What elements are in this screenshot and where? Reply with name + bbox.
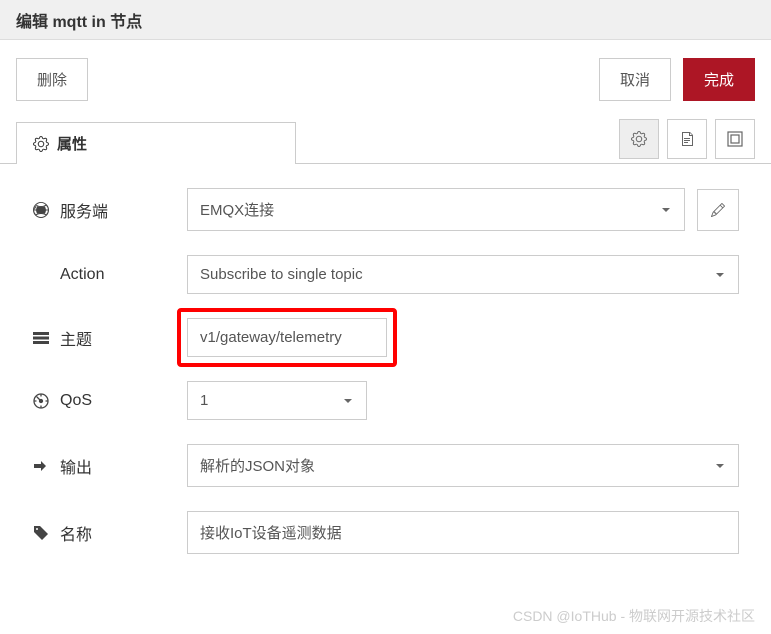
- action-label: Action: [32, 266, 187, 284]
- delete-button[interactable]: 删除: [16, 58, 88, 101]
- gear-icon: [33, 136, 49, 152]
- qos-select[interactable]: 1: [187, 381, 367, 420]
- action-select[interactable]: Subscribe to single topic: [187, 255, 739, 294]
- globe-icon: [32, 202, 50, 218]
- dialog-header: 编辑 mqtt in 节点: [0, 0, 771, 40]
- appearance-tab-icon[interactable]: [715, 119, 755, 159]
- qos-select-value: 1: [200, 392, 208, 409]
- name-label-text: 名称: [60, 521, 92, 545]
- server-select-value: EMQX连接: [200, 199, 274, 220]
- edit-server-button[interactable]: [697, 189, 739, 231]
- list-icon: [32, 331, 50, 345]
- chevron-down-icon: [714, 460, 726, 472]
- server-row: 服务端 EMQX连接: [32, 188, 739, 231]
- right-button-group: 取消 完成: [599, 58, 755, 101]
- server-select[interactable]: EMQX连接: [187, 188, 685, 231]
- button-bar: 删除 取消 完成: [0, 40, 771, 119]
- chevron-down-icon: [342, 395, 354, 407]
- tab-bar: 属性: [0, 119, 771, 164]
- topic-highlight: v1/gateway/telemetry: [177, 308, 397, 367]
- name-input-value: 接收IoT设备遥测数据: [200, 522, 342, 543]
- chevron-down-icon: [660, 204, 672, 216]
- name-input[interactable]: 接收IoT设备遥测数据: [187, 511, 739, 554]
- pencil-icon: [711, 203, 725, 217]
- output-select[interactable]: 解析的JSON对象: [187, 444, 739, 487]
- name-label: 名称: [32, 521, 187, 545]
- cancel-button[interactable]: 取消: [599, 58, 671, 101]
- qos-row: QoS 1: [32, 381, 739, 420]
- dialog-title: 编辑 mqtt in 节点: [16, 8, 142, 32]
- tab-icon-group: [619, 119, 755, 163]
- topic-input[interactable]: v1/gateway/telemetry: [187, 318, 387, 357]
- gauge-icon: [32, 393, 50, 409]
- topic-input-value: v1/gateway/telemetry: [200, 329, 342, 346]
- output-label-text: 输出: [60, 454, 92, 478]
- server-label: 服务端: [32, 198, 187, 222]
- tag-icon: [32, 525, 50, 541]
- qos-label: QoS: [32, 392, 187, 410]
- arrow-right-icon: [32, 458, 50, 474]
- topic-label-text: 主题: [60, 326, 92, 350]
- tab-properties[interactable]: 属性: [16, 122, 296, 164]
- name-row: 名称 接收IoT设备遥测数据: [32, 511, 739, 554]
- description-tab-icon[interactable]: [667, 119, 707, 159]
- output-row: 输出 解析的JSON对象: [32, 444, 739, 487]
- action-select-value: Subscribe to single topic: [200, 266, 363, 283]
- watermark-text: CSDN @IoTHub - 物联网开源技术社区: [513, 606, 755, 626]
- output-select-value: 解析的JSON对象: [200, 455, 315, 476]
- action-label-text: Action: [60, 266, 104, 284]
- done-button[interactable]: 完成: [683, 58, 755, 101]
- settings-tab-icon[interactable]: [619, 119, 659, 159]
- qos-label-text: QoS: [60, 392, 92, 410]
- action-row: Action Subscribe to single topic: [32, 255, 739, 294]
- tab-properties-label: 属性: [57, 133, 87, 154]
- form-container: 服务端 EMQX连接 Action: [0, 164, 771, 602]
- topic-label: 主题: [32, 326, 187, 350]
- chevron-down-icon: [714, 269, 726, 281]
- server-label-text: 服务端: [60, 198, 108, 222]
- topic-row: 主题 v1/gateway/telemetry: [32, 318, 739, 357]
- output-label: 输出: [32, 454, 187, 478]
